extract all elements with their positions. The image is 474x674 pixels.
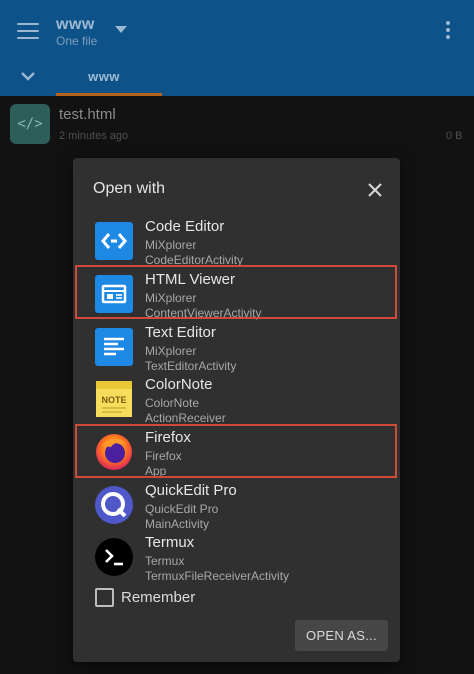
folder-title[interactable]: www: [56, 16, 95, 34]
app-name: Text Editor: [145, 324, 216, 341]
file-name: test.html: [59, 106, 116, 123]
more-vert-icon[interactable]: [440, 19, 456, 41]
remember-label: Remember: [121, 589, 196, 606]
remember-option[interactable]: Remember: [95, 588, 295, 610]
app-item-quickedit-pro[interactable]: QuickEdit Pro QuickEdit Pro MainActivity: [73, 480, 400, 532]
highlight-firefox: [75, 424, 397, 478]
colornote-icon: NOTE: [96, 381, 132, 417]
remember-checkbox[interactable]: [95, 588, 114, 607]
app-package: QuickEdit Pro: [145, 502, 219, 516]
caret-down-icon[interactable]: [115, 26, 127, 33]
termux-icon: [95, 538, 133, 576]
app-name: Termux: [145, 534, 195, 551]
app-name: ColorNote: [145, 376, 213, 393]
dialog-title: Open with: [93, 180, 166, 197]
app-package: MiXplorer: [145, 344, 197, 358]
file-row[interactable]: </> test.html 2 minutes ago 0 B: [0, 96, 474, 154]
app-item-colornote[interactable]: NOTE ColorNote ColorNote ActionReceiver: [73, 374, 400, 426]
app-activity: TextEditorActivity: [145, 359, 237, 373]
file-modified-time: 2 minutes ago: [59, 130, 129, 142]
app-item-termux[interactable]: Termux Termux TermuxFileReceiverActivity: [73, 532, 400, 584]
svg-text:NOTE: NOTE: [101, 395, 126, 405]
open-with-dialog: Open with Code Editor MiXplorer CodeEdit…: [73, 158, 400, 662]
highlight-html-viewer: [75, 265, 397, 319]
app-activity: TermuxFileReceiverActivity: [145, 569, 290, 583]
open-as-button[interactable]: OPEN AS...: [295, 620, 388, 651]
code-editor-icon: [95, 222, 133, 260]
menu-icon[interactable]: [14, 18, 44, 44]
tab-www[interactable]: www: [56, 64, 162, 96]
close-icon[interactable]: [363, 178, 387, 202]
app-item-text-editor[interactable]: Text Editor MiXplorer TextEditorActivity: [73, 322, 400, 374]
app-package: ColorNote: [145, 396, 200, 410]
app-bar: www One file www: [0, 0, 474, 96]
chevron-down-icon[interactable]: [20, 70, 36, 82]
app-package: Termux: [145, 554, 185, 568]
app-activity: ActionReceiver: [145, 411, 226, 425]
folder-subtitle: One file: [56, 34, 98, 48]
html-file-icon: </>: [10, 104, 50, 144]
app-item-code-editor[interactable]: Code Editor MiXplorer CodeEditorActivity: [73, 216, 400, 268]
tab-www-label: www: [88, 69, 120, 84]
app-activity: MainActivity: [145, 517, 210, 531]
app-name: QuickEdit Pro: [145, 482, 237, 499]
text-editor-icon: [95, 328, 133, 366]
quickedit-icon: [95, 486, 133, 524]
app-name: Code Editor: [145, 218, 225, 235]
app-package: MiXplorer: [145, 238, 197, 252]
file-size: 0 B: [446, 130, 463, 142]
